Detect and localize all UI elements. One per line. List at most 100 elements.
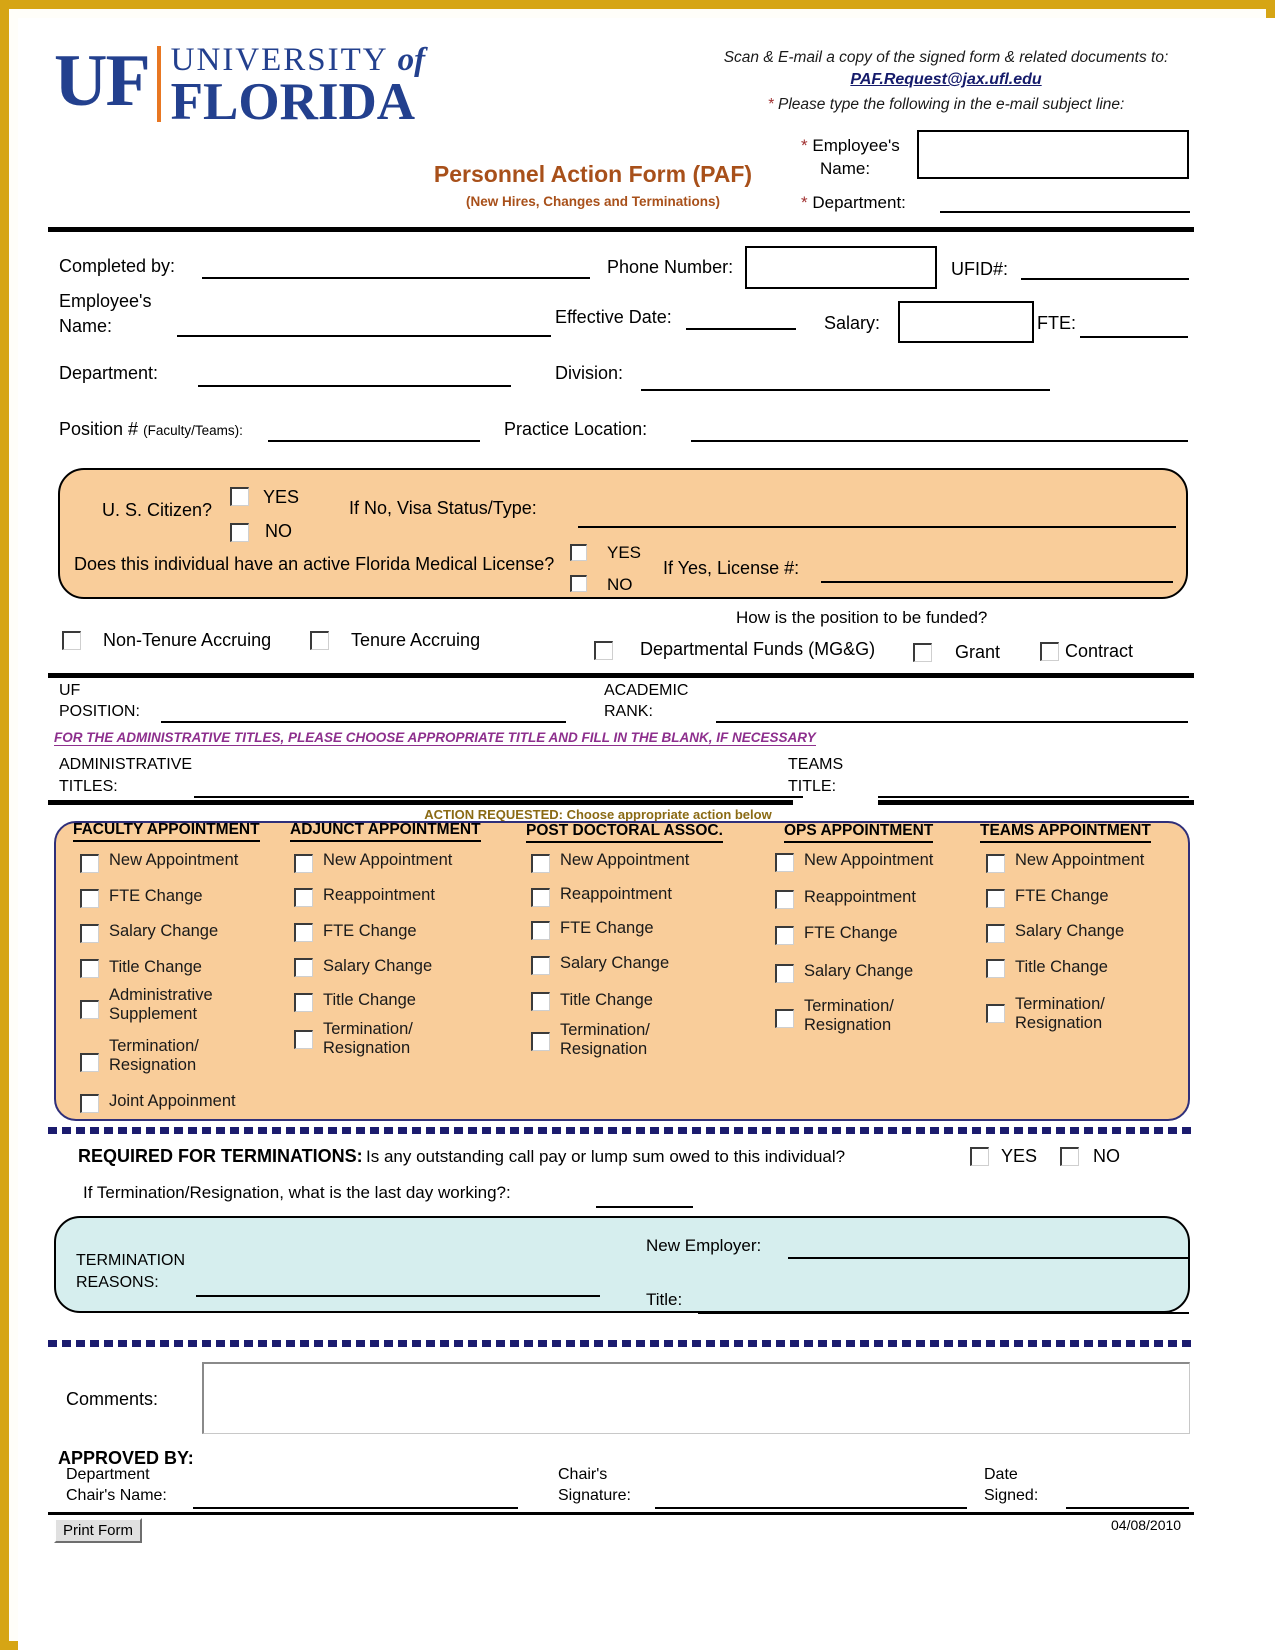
faculty-fte-change-checkbox[interactable] (80, 889, 99, 908)
comments-input[interactable] (202, 1362, 1190, 1434)
action-column-header-postdoc: POST DOCTORAL ASSOC. (526, 822, 723, 843)
departmental-funds-checkbox[interactable] (594, 641, 613, 660)
uf-logo-mark: UF (54, 40, 151, 122)
salary-input[interactable] (898, 301, 1034, 343)
dept-chair-name-input[interactable] (193, 1507, 518, 1509)
academic-rank-input[interactable] (716, 721, 1188, 723)
us-citizen-yes-checkbox[interactable] (230, 487, 249, 506)
fte-input[interactable] (1080, 336, 1188, 338)
department-input[interactable] (198, 385, 511, 387)
practice-location-input[interactable] (691, 440, 1188, 442)
postdoc-reappointment-checkbox[interactable] (531, 888, 550, 907)
faculty-new-appointment-checkbox[interactable] (80, 854, 99, 873)
ops-termination-resignation-checkbox[interactable] (775, 1009, 794, 1028)
postdoc-new-appointment-checkbox[interactable] (531, 854, 550, 873)
adjunct-termination-resignation-checkbox[interactable] (294, 1030, 313, 1049)
medical-license-yes-checkbox[interactable] (570, 544, 587, 561)
subject-employee-name-input[interactable] (917, 130, 1189, 179)
termination-reasons-panel (54, 1216, 1190, 1313)
effective-date-input[interactable] (686, 328, 796, 330)
tenure-checkbox[interactable] (310, 631, 329, 650)
license-number-label: If Yes, License #: (663, 558, 800, 578)
teams-new-appointment-checkbox[interactable] (986, 854, 1005, 873)
dept-chair-name-label-l1: Department (66, 1466, 150, 1483)
last-day-working-input[interactable] (596, 1206, 693, 1208)
ops-reappointment-checkbox[interactable] (775, 890, 794, 909)
ops-fte-change-checkbox[interactable] (775, 926, 794, 945)
postdoc-fte-change-checkbox[interactable] (531, 921, 550, 940)
practice-location-label: Practice Location: (504, 419, 648, 439)
ops-option-label: Reappointment (804, 888, 916, 906)
non-tenure-checkbox[interactable] (62, 631, 81, 650)
paf-email-link[interactable]: PAF.Request@jax.ufl.edu (850, 71, 1041, 88)
non-tenure-label: Non-Tenure Accruing (103, 630, 272, 650)
contract-checkbox[interactable] (1040, 642, 1059, 661)
termination-dashed-divider (48, 1340, 1194, 1347)
new-employer-title-input[interactable] (698, 1312, 1189, 1314)
completed-by-input[interactable] (202, 277, 590, 279)
ops-option-label: FTE Change (804, 924, 898, 942)
new-employer-input[interactable] (788, 1257, 1189, 1259)
outstanding-pay-yes-checkbox[interactable] (970, 1147, 989, 1166)
subject-line-text: Please type the following in the e-mail … (778, 96, 1125, 113)
faculty-salary-change-checkbox[interactable] (80, 924, 99, 943)
division-input[interactable] (641, 389, 1050, 391)
medical-license-no-label: NO (607, 575, 633, 594)
departmental-funds-label: Departmental Funds (MG&G) (640, 639, 876, 659)
faculty-joint-appointment-checkbox[interactable] (80, 1094, 99, 1113)
uf-position-input[interactable] (161, 721, 566, 723)
subject-department-input[interactable] (940, 211, 1190, 213)
ops-salary-change-checkbox[interactable] (775, 964, 794, 983)
administrative-titles-input[interactable] (194, 796, 803, 798)
faculty-option-label: FTE Change (109, 887, 203, 905)
position-number-input[interactable] (268, 440, 480, 442)
adjunct-title-change-checkbox[interactable] (294, 993, 313, 1012)
teams-title-input[interactable] (878, 796, 1189, 798)
faculty-title-change-checkbox[interactable] (80, 959, 99, 978)
ops-new-appointment-checkbox[interactable] (775, 853, 794, 872)
postdoc-salary-change-checkbox[interactable] (531, 956, 550, 975)
adjunct-fte-change-checkbox[interactable] (294, 923, 313, 942)
teams-option-label: Title Change (1015, 958, 1108, 976)
outstanding-pay-no-checkbox[interactable] (1060, 1147, 1079, 1166)
chair-signature-label-l1: Chair's (558, 1466, 608, 1483)
faculty-termination-resignation-checkbox[interactable] (80, 1053, 99, 1072)
revision-date: 04/08/2010 (1111, 1517, 1182, 1533)
phone-number-input[interactable] (745, 246, 937, 289)
faculty-administrative-supplement-checkbox[interactable] (80, 1000, 99, 1019)
date-signed-input[interactable] (1066, 1507, 1189, 1509)
asterisk-icon: * (767, 96, 774, 113)
faculty-option-label: Salary Change (109, 922, 219, 940)
postdoc-option-label: FTE Change (560, 919, 654, 937)
adjunct-salary-change-checkbox[interactable] (294, 958, 313, 977)
teams-title-change-checkbox[interactable] (986, 959, 1005, 978)
teams-salary-change-checkbox[interactable] (986, 924, 1005, 943)
teams-title-label-l2: TITLE: (788, 778, 837, 795)
teams-fte-change-checkbox[interactable] (986, 889, 1005, 908)
ufid-input[interactable] (1021, 278, 1189, 280)
postdoc-title-change-checkbox[interactable] (531, 992, 550, 1011)
postdoc-termination-resignation-checkbox[interactable] (531, 1032, 550, 1051)
adjunct-reappointment-checkbox[interactable] (294, 888, 313, 907)
chair-signature-input[interactable] (655, 1507, 967, 1509)
license-number-input[interactable] (821, 581, 1173, 583)
fte-label: FTE: (1037, 313, 1076, 333)
date-signed-label-l2: Signed: (984, 1487, 1039, 1504)
department-label: Department: (59, 363, 159, 383)
date-signed-label-l1: Date (984, 1466, 1018, 1483)
postdoc-option-label: Salary Change (560, 954, 670, 972)
grant-checkbox[interactable] (913, 643, 932, 662)
teams-termination-resignation-checkbox[interactable] (986, 1004, 1005, 1023)
us-citizen-no-checkbox[interactable] (230, 523, 249, 542)
administrative-titles-label-l2: TITLES: (59, 778, 118, 795)
adjunct-new-appointment-checkbox[interactable] (294, 854, 313, 873)
position-number-sublabel: (Faculty/Teams): (143, 423, 243, 438)
outstanding-pay-no-label: NO (1093, 1146, 1120, 1166)
medical-license-no-checkbox[interactable] (570, 575, 587, 592)
termination-reasons-input[interactable] (196, 1295, 600, 1297)
print-form-button[interactable]: Print Form (54, 1518, 143, 1543)
employee-name-input[interactable] (177, 335, 551, 337)
phone-number-label: Phone Number: (607, 257, 734, 277)
scan-email-note: Scan & E-mail a copy of the signed form … (723, 49, 1169, 66)
visa-status-input[interactable] (578, 526, 1176, 528)
